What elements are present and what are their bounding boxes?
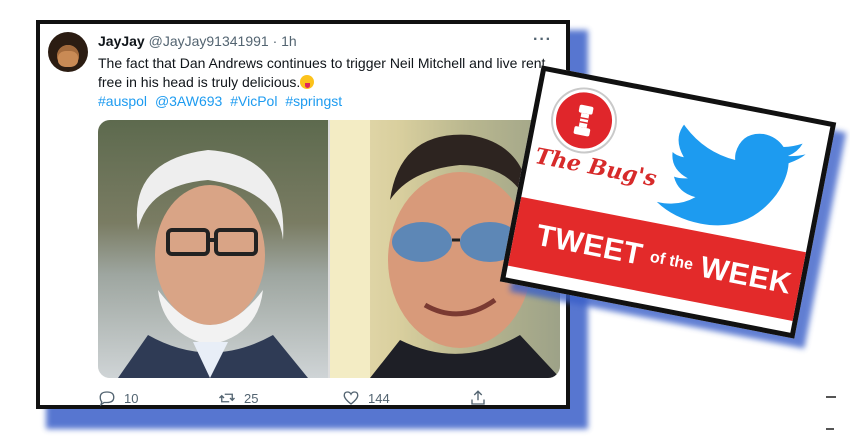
- tweet-time[interactable]: 1h: [281, 33, 297, 49]
- hashtag-auspol[interactable]: #auspol: [98, 93, 147, 109]
- retweet-icon: [219, 393, 235, 403]
- hashtag-springst[interactable]: #springst: [285, 93, 342, 109]
- tweet-header: JayJay @JayJay91341991 · 1h: [98, 33, 297, 49]
- tweet-card: JayJay @JayJay91341991 · 1h ··· The fact…: [36, 20, 570, 409]
- banner-week: WEEK: [697, 250, 795, 301]
- share-icon: [471, 390, 485, 405]
- winking-tongue-emoji-icon: [300, 75, 315, 89]
- display-name[interactable]: JayJay: [98, 33, 145, 49]
- badge-title: The Bug's: [532, 143, 659, 193]
- banner-tweet: TWEET: [533, 218, 646, 272]
- like-action[interactable]: 144: [342, 389, 390, 407]
- tweet-media[interactable]: [98, 120, 560, 378]
- bug-logo-icon: [547, 84, 621, 157]
- more-options-icon[interactable]: ···: [533, 31, 552, 49]
- tweet-body: The fact that Dan Andrews continues to t…: [98, 55, 546, 90]
- photo-older-man[interactable]: [98, 120, 328, 378]
- tweet-actions: 10 25 144: [98, 389, 485, 409]
- hashtag-vicpol[interactable]: #VicPol: [230, 93, 277, 109]
- divider-mark: [826, 428, 834, 430]
- retweet-action[interactable]: 25: [218, 389, 258, 407]
- retweet-count: 25: [244, 390, 259, 406]
- user-handle[interactable]: @JayJay91341991: [149, 33, 269, 49]
- separator-dot: ·: [272, 33, 278, 49]
- divider-mark: [826, 396, 836, 398]
- tweet-text: The fact that Dan Andrews continues to t…: [98, 54, 553, 92]
- share-action[interactable]: [469, 389, 487, 407]
- like-count: 144: [368, 390, 390, 406]
- reply-count: 10: [124, 390, 139, 406]
- older-man-illustration: [118, 150, 308, 378]
- reply-icon: [99, 391, 115, 407]
- avatar[interactable]: [48, 32, 88, 72]
- hashtag-list: #auspol @3AW693 #VicPol #springst: [98, 93, 346, 109]
- bug-hands-icon: [573, 104, 594, 137]
- banner-of-the: of the: [648, 248, 695, 274]
- mention-3aw693[interactable]: @3AW693: [155, 93, 222, 109]
- like-icon: [343, 391, 359, 405]
- reply-action[interactable]: 10: [98, 389, 138, 407]
